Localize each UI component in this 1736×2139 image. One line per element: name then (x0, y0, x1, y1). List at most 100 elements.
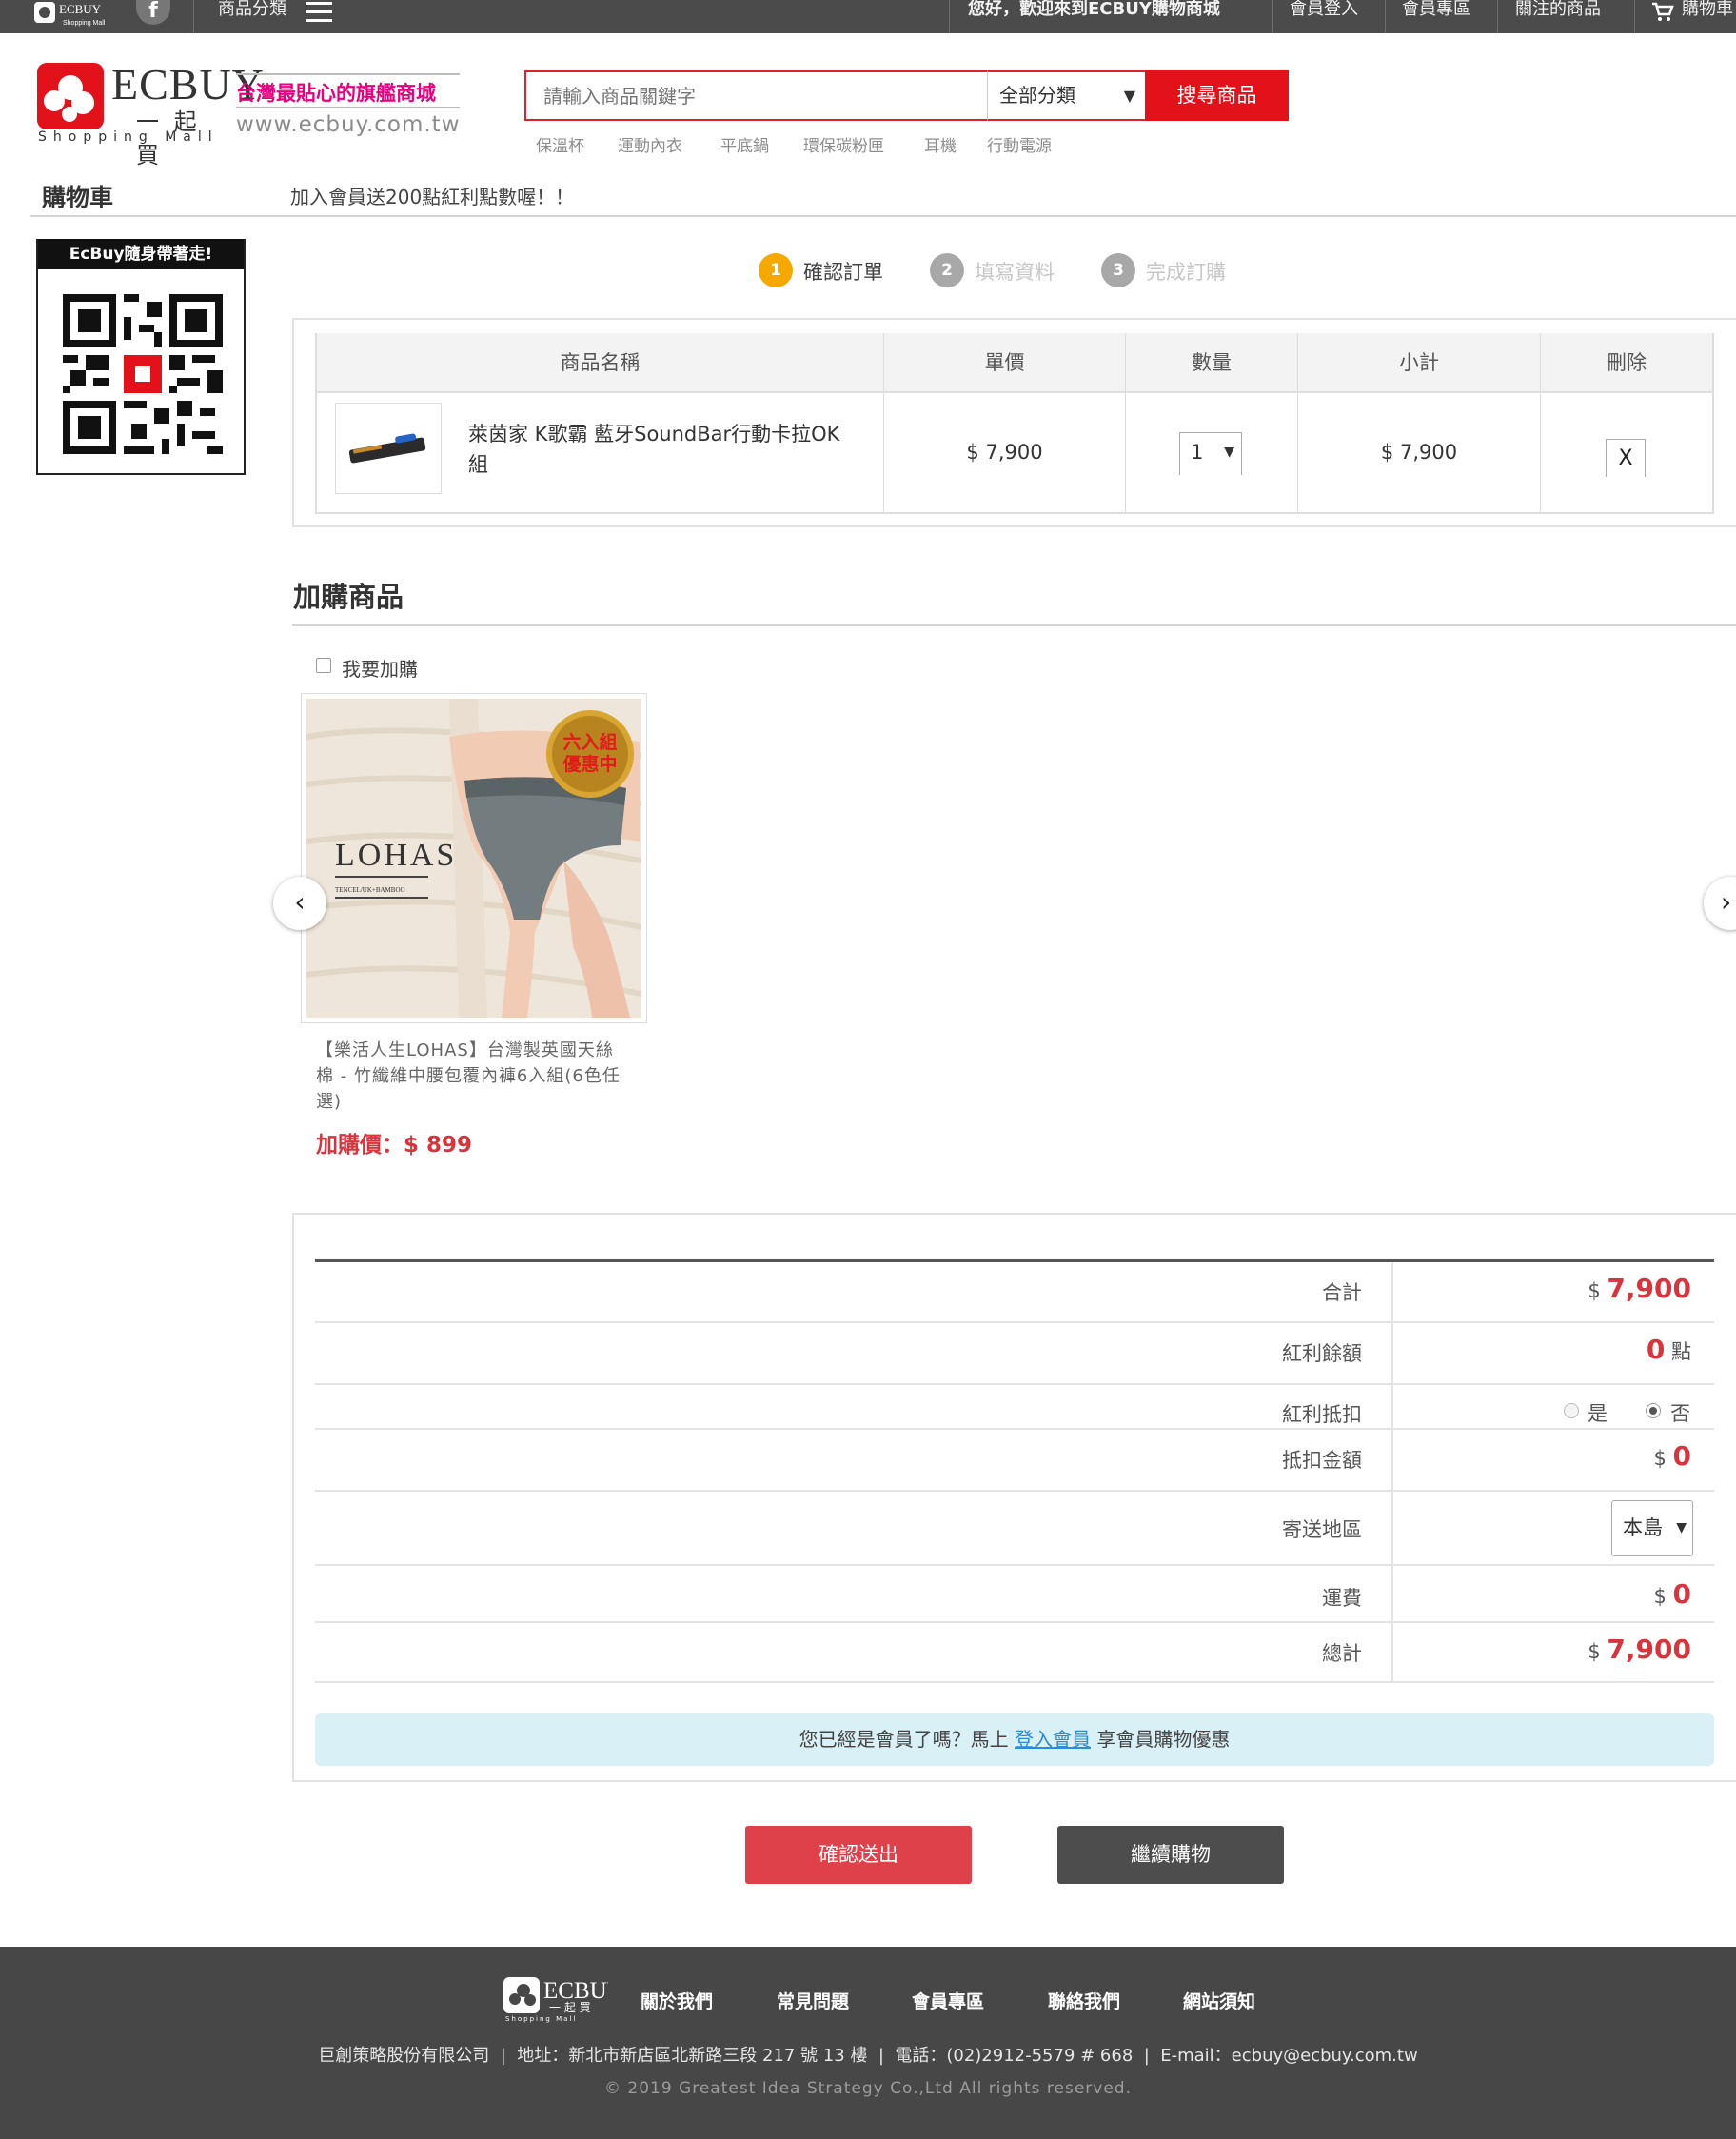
summary-value-total: $ 7,900 (1588, 1273, 1691, 1304)
promo-text: 加入會員送200點紅利點數喔！！ (290, 186, 575, 208)
addon-section-title: 加購商品 (293, 581, 404, 613)
carousel-next-button[interactable]: › (1704, 877, 1736, 930)
addon-product-image[interactable]: 六入組 優惠中 LOHAS TENCEL/UK+BAMBOO (301, 693, 647, 1023)
redeem-yes-radio[interactable] (1564, 1403, 1579, 1418)
top-bar: ECBUY Shopping Mall f 商品分類 您好，歡迎來到ECBUY購… (0, 0, 1736, 33)
member-notice: 您已經是會員了嗎？馬上 登入會員 享會員購物優惠 (315, 1713, 1714, 1766)
badge-line-1: 六入組 (562, 731, 617, 753)
summary-label-grand-total: 總計 (1322, 1642, 1362, 1665)
category-select[interactable]: 全部分類 ▼ (987, 70, 1147, 121)
cart-icon[interactable] (1651, 2, 1674, 23)
summary-label-shipping: 運費 (1322, 1587, 1362, 1610)
slogan-rule-2 (236, 107, 460, 108)
summary-divider (315, 1490, 1714, 1492)
summary-divider (315, 1681, 1714, 1683)
topbar-logo[interactable]: ECBUY Shopping Mall (32, 0, 112, 29)
footer-logo-text: ECBUY (543, 1978, 608, 2004)
slogan-rule (236, 73, 460, 75)
slogan: 台灣最貼心的旗艦商城 (236, 82, 436, 105)
summary-value-discount: $ 0 (1653, 1440, 1691, 1472)
footer-link-contact[interactable]: 聯絡我們 (1048, 1988, 1120, 2013)
step-3-badge: 3 (1101, 253, 1135, 287)
footer-logo[interactable]: ECBUY 一 起 買 Shopping Mall (503, 1973, 624, 2023)
footer-link-about[interactable]: 關於我們 (641, 1988, 713, 2013)
summary-label-redeem: 紅利抵扣 (1282, 1403, 1362, 1426)
dropdown-arrow-icon: ▼ (1676, 1520, 1687, 1535)
summary-label-region: 寄送地區 (1282, 1518, 1362, 1541)
col-header-delete: 刪除 (1541, 333, 1712, 392)
summary-column-divider (1391, 1262, 1393, 1683)
footer-copyright: © 2019 Greatest Idea Strategy Co.,Ltd Al… (603, 2079, 1132, 2098)
badge-line-2: 優惠中 (562, 753, 617, 775)
summary-divider (315, 1383, 1714, 1385)
summary-divider (315, 1564, 1714, 1566)
step-3-label: 完成訂購 (1146, 261, 1226, 284)
category-menu-label[interactable]: 商品分類 (218, 0, 286, 33)
hot-keyword[interactable]: 環保碳粉匣 (803, 132, 884, 156)
step-2-label: 填寫資料 (975, 261, 1055, 284)
category-select-value: 全部分類 (999, 84, 1075, 107)
qr-card: EcBuy隨身帶著走! (36, 239, 246, 475)
product-brand-text: LOHAS (335, 838, 457, 873)
continue-shopping-button[interactable]: 繼續購物 (1057, 1826, 1284, 1884)
delete-item-button[interactable]: X (1606, 439, 1646, 477)
member-notice-text: 您已經是會員了嗎？馬上 (799, 1728, 1009, 1751)
hot-keyword[interactable]: 耳機 (924, 132, 957, 156)
summary-label-total: 合計 (1322, 1281, 1362, 1304)
cart-item-price: $ 7,900 (884, 392, 1126, 512)
cart-item-name[interactable]: 萊茵家 K歌霸 藍牙SoundBar行動卡拉OK組 (468, 419, 858, 478)
hot-keyword[interactable]: 保溫杯 (536, 132, 584, 156)
summary-value-points: 0 點 (1646, 1334, 1691, 1365)
summary-value-grand-total: $ 7,900 (1588, 1634, 1691, 1665)
summary-value-shipping: $ 0 (1653, 1578, 1691, 1610)
search-button[interactable]: 搜尋商品 (1145, 70, 1289, 121)
addon-divider (292, 624, 1736, 626)
summary-label-discount: 抵扣金額 (1282, 1449, 1362, 1472)
summary-divider (315, 1321, 1714, 1323)
member-notice-text-2: 享會員購物優惠 (1096, 1728, 1231, 1751)
search-input[interactable] (526, 72, 987, 119)
site-url: www.ecbuy.com.tw (236, 112, 461, 137)
quantity-select[interactable]: 1 ▼ (1179, 432, 1242, 475)
cart-item-thumbnail[interactable] (335, 403, 442, 494)
summary-label-points: 紅利餘額 (1282, 1342, 1362, 1365)
hot-keyword[interactable]: 平底鍋 (720, 132, 769, 156)
facebook-icon[interactable]: f (136, 0, 170, 25)
region-select[interactable]: 本島 ▼ (1611, 1500, 1693, 1556)
redeem-no-radio[interactable] (1646, 1403, 1661, 1418)
addon-product-price: 加購價：$ 899 (316, 1133, 473, 1158)
redeem-yes-label[interactable]: 是 (1588, 1398, 1608, 1427)
footer-link-faq[interactable]: 常見問題 (777, 1988, 849, 2013)
topbar-favorites-link[interactable]: 關注的商品 (1515, 0, 1601, 33)
step-2-badge: 2 (930, 253, 964, 287)
col-header-price: 單價 (884, 333, 1126, 392)
summary-divider (315, 1621, 1714, 1623)
footer-link-terms[interactable]: 網站須知 (1183, 1988, 1255, 2013)
footer-link-member[interactable]: 會員專區 (912, 1988, 984, 2013)
qr-code-icon (63, 294, 223, 454)
addon-checkbox[interactable] (316, 658, 331, 673)
quantity-value: 1 (1191, 441, 1204, 464)
addon-checkbox-label[interactable]: 我要加購 (342, 654, 418, 682)
summary-top-rule (315, 1259, 1714, 1262)
redeem-no-label[interactable]: 否 (1670, 1398, 1690, 1427)
welcome-text: 您好，歡迎來到ECBUY購物商城 (968, 0, 1220, 19)
region-select-value: 本島 (1623, 1516, 1663, 1539)
title-divider (30, 215, 1736, 217)
svg-text:Shopping Mall: Shopping Mall (63, 20, 106, 27)
hamburger-icon[interactable] (306, 2, 332, 23)
footer-logo-subtext: 一 起 買 (549, 2001, 591, 2014)
cart-item-subtotal: $ 7,900 (1298, 392, 1541, 512)
member-login-link[interactable]: 登入會員 (1015, 1728, 1091, 1751)
addon-product-name[interactable]: 【樂活人生LOHAS】台灣製英國天絲棉 - 竹纖維中腰包覆內褲6入組(6色任選) (316, 1038, 630, 1115)
product-brand-sub: TENCEL/UK+BAMBOO (335, 886, 405, 894)
hot-keyword[interactable]: 運動內衣 (618, 132, 682, 156)
search-box (524, 70, 989, 121)
topbar-member-link[interactable]: 會員專區 (1402, 0, 1470, 33)
hot-keyword[interactable]: 行動電源 (987, 132, 1052, 156)
topbar-login-link[interactable]: 會員登入 (1290, 0, 1358, 33)
site-logo[interactable]: ECBUY 一 起 買 Shopping Mall (33, 59, 264, 168)
confirm-submit-button[interactable]: 確認送出 (745, 1826, 972, 1884)
topbar-cart-link[interactable]: 購物車 (1682, 0, 1733, 33)
carousel-prev-button[interactable]: ‹ (273, 877, 326, 930)
